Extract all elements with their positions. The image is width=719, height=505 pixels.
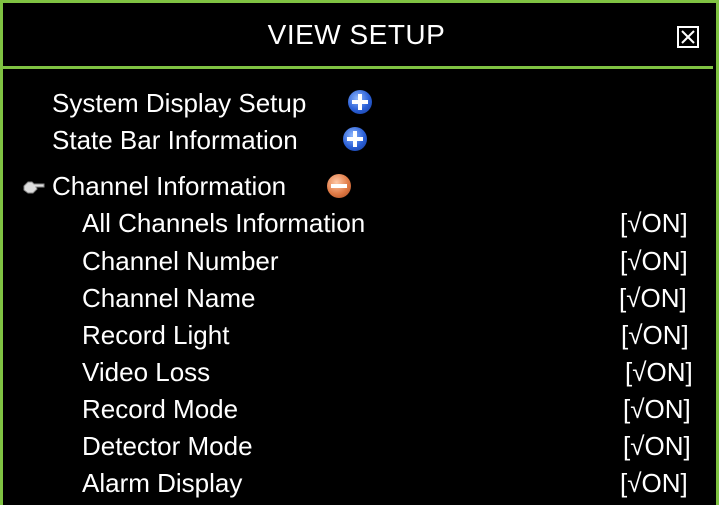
section-label: State Bar Information bbox=[52, 125, 298, 155]
title-bar: VIEW SETUP bbox=[0, 0, 713, 69]
close-button[interactable] bbox=[677, 26, 699, 48]
option-row-record-mode[interactable]: Record Mode [√ON] bbox=[0, 391, 719, 427]
option-row-channel-name[interactable]: Channel Name [√ON] bbox=[0, 280, 719, 316]
collapse-minus-icon[interactable] bbox=[327, 174, 351, 198]
option-label: All Channels Information bbox=[82, 208, 366, 238]
option-label: Record Light bbox=[82, 320, 230, 350]
option-label: Detector Mode bbox=[82, 431, 253, 461]
option-label: Alarm Display bbox=[82, 468, 243, 498]
section-label: System Display Setup bbox=[52, 88, 307, 118]
expand-plus-icon[interactable] bbox=[343, 127, 367, 151]
option-label: Record Mode bbox=[82, 394, 239, 424]
option-row-alarm-display[interactable]: Alarm Display [√ON] bbox=[0, 465, 719, 501]
option-value-toggle[interactable]: [√ON] bbox=[620, 465, 688, 501]
option-value-toggle[interactable]: [√ON] bbox=[621, 317, 689, 353]
option-value-toggle[interactable]: [√ON] bbox=[623, 391, 691, 427]
option-row-all-channels-information[interactable]: All Channels Information [√ON] bbox=[0, 205, 719, 241]
option-value-toggle[interactable]: [√ON] bbox=[620, 205, 688, 241]
close-icon bbox=[681, 30, 695, 44]
option-row-video-loss[interactable]: Video Loss [√ON] bbox=[0, 354, 719, 390]
option-label: Video Loss bbox=[82, 357, 211, 387]
option-row-detector-mode[interactable]: Detector Mode [√ON] bbox=[0, 428, 719, 464]
option-row-channel-number[interactable]: Channel Number [√ON] bbox=[0, 243, 719, 279]
option-label: Channel Number bbox=[82, 246, 279, 276]
option-value-toggle[interactable]: [√ON] bbox=[623, 428, 691, 464]
dialog-title: VIEW SETUP bbox=[267, 19, 446, 50]
option-row-record-light[interactable]: Record Light [√ON] bbox=[0, 317, 719, 353]
expand-plus-icon[interactable] bbox=[348, 90, 372, 114]
option-value-toggle[interactable]: [√ON] bbox=[625, 354, 693, 390]
pointer-hand-icon bbox=[23, 181, 45, 194]
option-value-toggle[interactable]: [√ON] bbox=[619, 280, 687, 316]
section-label: Channel Information bbox=[52, 171, 287, 201]
option-label: Channel Name bbox=[82, 283, 256, 313]
option-value-toggle[interactable]: [√ON] bbox=[620, 243, 688, 279]
